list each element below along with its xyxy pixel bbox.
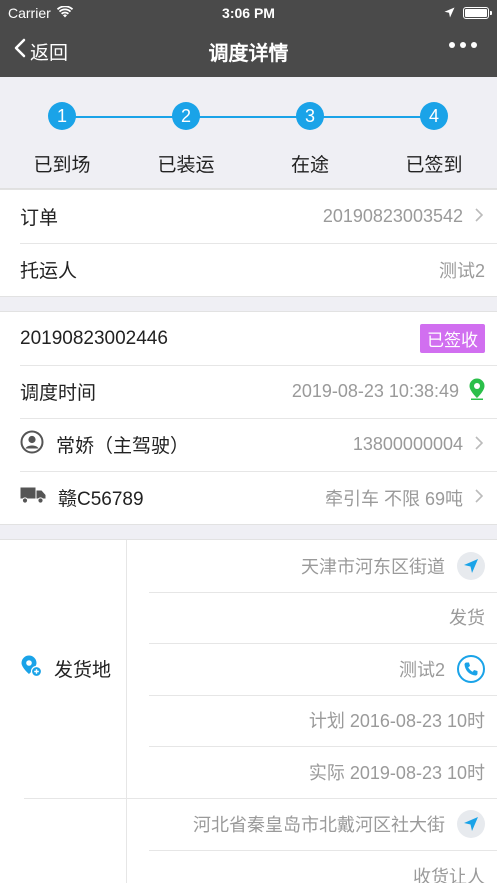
step-number: 1 <box>48 102 76 130</box>
user-icon <box>20 430 44 460</box>
order-label: 订单 <box>20 208 59 229</box>
address-section: 发货地 天津市河东区街道 发货 测试2 计划 2016-08-23 10时 实际… <box>0 539 497 883</box>
chevron-right-icon <box>473 434 485 455</box>
step-3: 3 在途 <box>255 102 365 177</box>
order-number: 20190823003542 <box>322 206 463 226</box>
order-row[interactable]: 订单 20190823003542 <box>0 190 497 243</box>
truck-icon <box>20 486 46 510</box>
driver-phone: 13800000004 <box>352 434 463 454</box>
driver-row[interactable]: 常娇（主驾驶） 13800000004 <box>0 418 497 471</box>
shipper-value: 测试2 <box>438 260 485 281</box>
shipper-label: 托运人 <box>20 261 78 282</box>
status-badge: 已签收 <box>420 324 485 353</box>
page-title: 调度详情 <box>208 42 289 65</box>
step-4: 4 已签到 <box>379 102 489 177</box>
step-2: 2 已装运 <box>131 102 241 177</box>
shipper-row: 托运人 测试2 <box>0 243 497 296</box>
shipping-contact-row[interactable]: 测试2 <box>127 643 497 695</box>
dispatch-time-label: 调度时间 <box>20 383 97 404</box>
vehicle-row[interactable]: 赣C56789 牵引车 不限 69吨 <box>0 471 497 524</box>
shipping-address-row[interactable]: 天津市河东区街道 <box>127 540 497 592</box>
more-options-icon[interactable] <box>449 42 477 48</box>
dispatch-card: 20190823002446 已签收 调度时间 2019-08-23 10:38… <box>0 311 497 525</box>
dispatch-number-row: 20190823002446 已签收 <box>0 312 497 365</box>
dispatch-time-value: 2019-08-23 10:38:49 <box>291 381 459 401</box>
navigate-icon[interactable] <box>457 551 485 580</box>
step-number: 4 <box>420 102 448 130</box>
step-1: 1 已到场 <box>7 102 117 177</box>
receiving-contact-row: 收货让人 <box>127 850 497 883</box>
receiving-contact: 收货让人 <box>413 866 485 883</box>
phone-icon[interactable] <box>457 654 485 683</box>
plate-number: 赣C56789 <box>58 489 144 510</box>
top-bar: Carrier 3:06 PM 返回 调度详情 <box>0 0 497 77</box>
shipping-group: 发货地 天津市河东区街道 发货 测试2 计划 2016-08-23 10时 实际… <box>0 540 497 798</box>
navigate-icon[interactable] <box>457 810 485 839</box>
shipping-contact: 测试2 <box>398 659 445 680</box>
shipping-type: 发货 <box>449 608 485 629</box>
step-label: 已到场 <box>33 155 91 176</box>
order-card: 订单 20190823003542 托运人 测试2 <box>0 189 497 297</box>
location-pin-icon[interactable] <box>469 378 485 405</box>
shipping-planned-time: 计划 2016-08-23 10时 <box>308 711 485 732</box>
receiving-group: 河北省秦皇岛市北戴河区社大街 收货让人 <box>24 797 497 883</box>
driver-name: 常娇（主驾驶） <box>56 436 190 457</box>
step-number: 2 <box>172 102 200 130</box>
status-bar: Carrier 3:06 PM <box>0 0 497 25</box>
battery-icon <box>463 6 492 19</box>
receiving-address: 河北省秦皇岛市北戴河区社大街 <box>193 815 445 836</box>
step-label: 已签到 <box>405 155 463 176</box>
navigation-bar: 返回 调度详情 <box>0 25 497 77</box>
shipping-actual-time: 实际 2019-08-23 10时 <box>308 762 485 783</box>
shipping-planned-row: 计划 2016-08-23 10时 <box>127 694 497 747</box>
back-label: 返回 <box>30 42 69 64</box>
shipping-address: 天津市河东区街道 <box>301 556 445 577</box>
step-number: 3 <box>296 102 324 130</box>
chevron-left-icon <box>14 38 26 64</box>
shipping-label: 发货地 <box>54 660 112 682</box>
dispatch-time-row[interactable]: 调度时间 2019-08-23 10:38:49 <box>0 365 497 418</box>
chevron-right-icon <box>473 487 485 508</box>
progress-steps: 1 已到场 2 已装运 3 在途 4 已签到 <box>0 77 497 189</box>
shipping-actual-row: 实际 2019-08-23 10时 <box>127 746 497 798</box>
step-label: 已装运 <box>157 155 215 176</box>
shipping-location-icon <box>20 655 43 683</box>
shipping-side: 发货地 <box>0 540 127 798</box>
chevron-right-icon <box>473 206 485 227</box>
status-time: 3:06 PM <box>222 5 275 21</box>
step-label: 在途 <box>290 155 329 176</box>
vehicle-info: 牵引车 不限 69吨 <box>324 488 463 509</box>
back-button[interactable]: 返回 <box>14 38 68 65</box>
receiving-address-row[interactable]: 河北省秦皇岛市北戴河区社大街 <box>127 799 497 851</box>
dispatch-number: 20190823002446 <box>20 327 168 349</box>
receiving-side <box>24 798 127 883</box>
shipping-type-row: 发货 <box>127 591 497 644</box>
